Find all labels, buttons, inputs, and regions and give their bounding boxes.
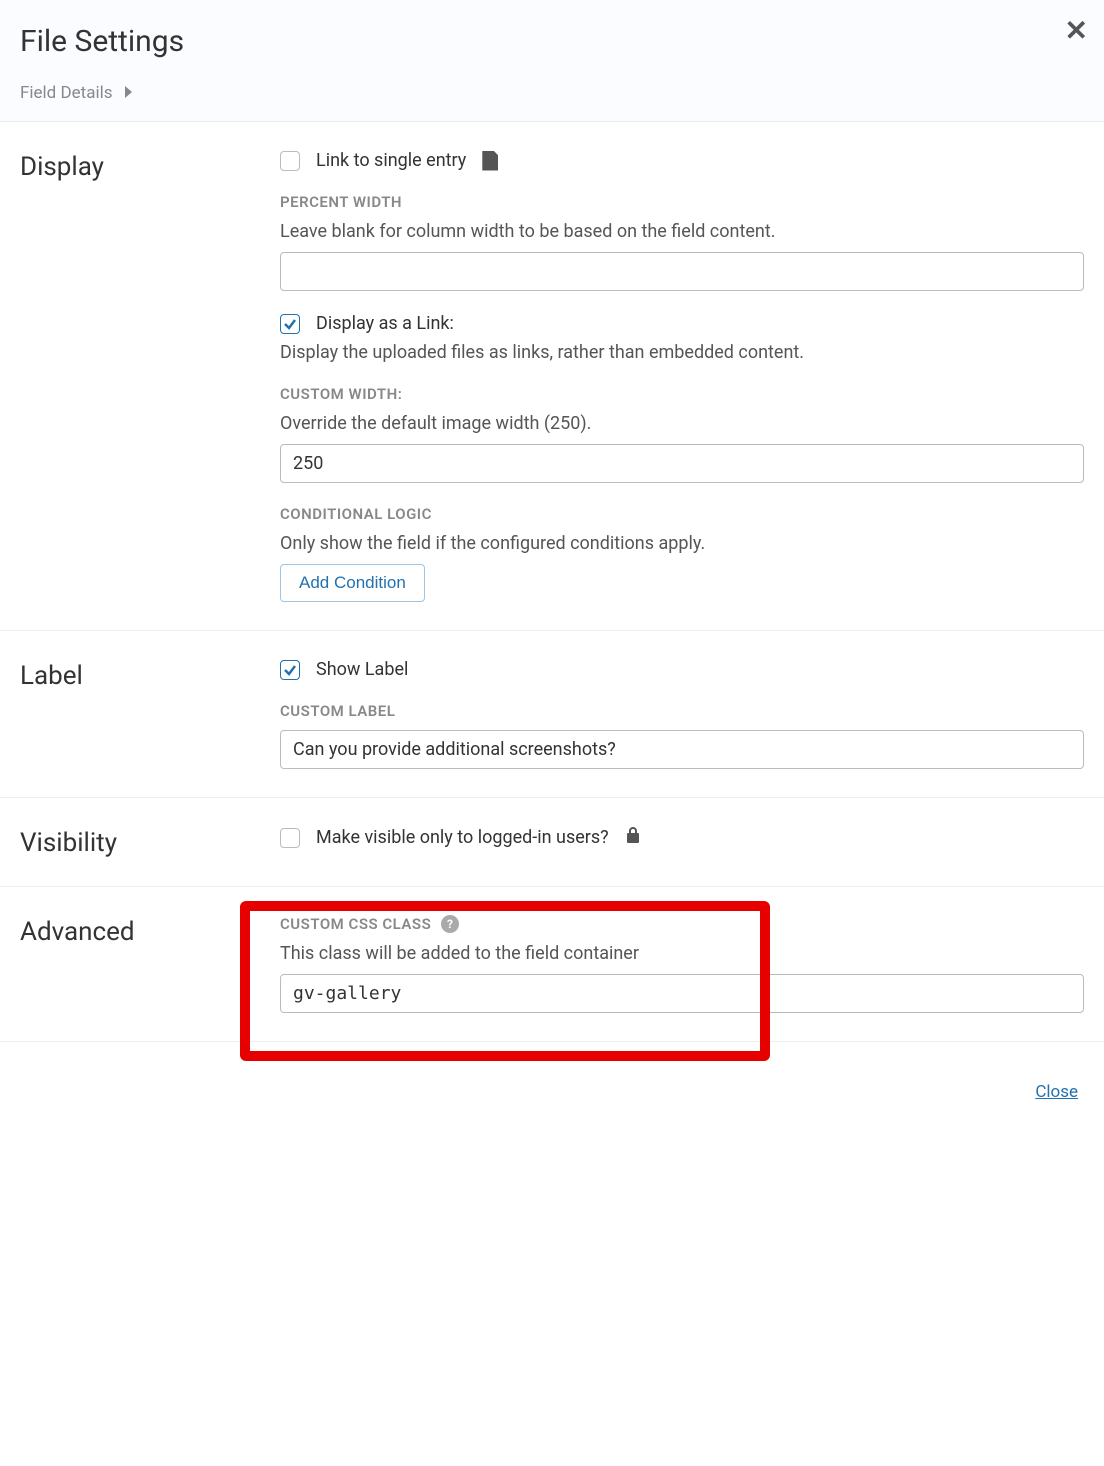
section-content-display: Link to single entry PERCENT WIDTH Leave… <box>280 150 1084 602</box>
input-custom-width[interactable] <box>280 444 1084 483</box>
section-content-advanced: CUSTOM CSS CLASS ? This class will be ad… <box>280 915 1084 1013</box>
file-icon <box>482 151 498 171</box>
close-icon[interactable]: ✕ <box>1065 14 1088 47</box>
heading-custom-width: CUSTOM WIDTH: <box>280 385 1084 403</box>
close-link[interactable]: Close <box>1035 1082 1078 1102</box>
desc-custom-css: This class will be added to the field co… <box>280 943 1084 964</box>
heading-custom-css: CUSTOM CSS CLASS <box>280 915 431 933</box>
section-title-advanced: Advanced <box>20 915 280 1013</box>
label-link-single-entry: Link to single entry <box>316 150 466 171</box>
heading-conditional-logic: CONDITIONAL LOGIC <box>280 505 1084 523</box>
help-icon[interactable]: ? <box>441 915 459 933</box>
desc-percent-width: Leave blank for column width to be based… <box>280 221 1084 242</box>
input-custom-label[interactable] <box>280 730 1084 769</box>
input-custom-css[interactable] <box>280 974 1084 1013</box>
input-percent-width[interactable] <box>280 252 1084 291</box>
file-settings-modal: ✕ File Settings Field Details Display Li… <box>0 0 1104 1122</box>
checkbox-link-single-entry[interactable] <box>280 151 300 171</box>
breadcrumb-label: Field Details <box>20 83 113 103</box>
section-title-visibility: Visibility <box>20 826 280 858</box>
desc-custom-width: Override the default image width (250). <box>280 413 1084 434</box>
section-visibility: Visibility Make visible only to logged-i… <box>0 798 1104 887</box>
desc-display-as-link: Display the uploaded files as links, rat… <box>280 342 1084 363</box>
section-display: Display Link to single entry PERCENT WID… <box>0 122 1104 631</box>
checkbox-logged-in-only[interactable] <box>280 828 300 848</box>
desc-conditional-logic: Only show the field if the configured co… <box>280 533 1084 554</box>
section-advanced: Advanced CUSTOM CSS CLASS ? This class w… <box>0 887 1104 1042</box>
section-title-display: Display <box>20 150 280 602</box>
lock-icon <box>625 826 641 849</box>
heading-custom-label: CUSTOM LABEL <box>280 702 1084 720</box>
label-logged-in-only: Make visible only to logged-in users? <box>316 827 609 848</box>
add-condition-button[interactable]: Add Condition <box>280 564 425 602</box>
modal-footer: Close <box>0 1042 1104 1122</box>
label-display-as-link: Display as a Link: <box>316 313 454 334</box>
chevron-right-icon <box>123 83 133 103</box>
section-label: Label Show Label CUSTOM LABEL <box>0 631 1104 798</box>
checkbox-display-as-link[interactable] <box>280 314 300 334</box>
label-show-label: Show Label <box>316 659 408 680</box>
section-content-label: Show Label CUSTOM LABEL <box>280 659 1084 769</box>
section-title-label: Label <box>20 659 280 769</box>
section-content-visibility: Make visible only to logged-in users? <box>280 826 1084 858</box>
modal-header: File Settings Field Details <box>0 0 1104 122</box>
breadcrumb[interactable]: Field Details <box>20 83 1084 103</box>
heading-percent-width: PERCENT WIDTH <box>280 193 1084 211</box>
modal-title: File Settings <box>20 24 1084 59</box>
checkbox-show-label[interactable] <box>280 660 300 680</box>
